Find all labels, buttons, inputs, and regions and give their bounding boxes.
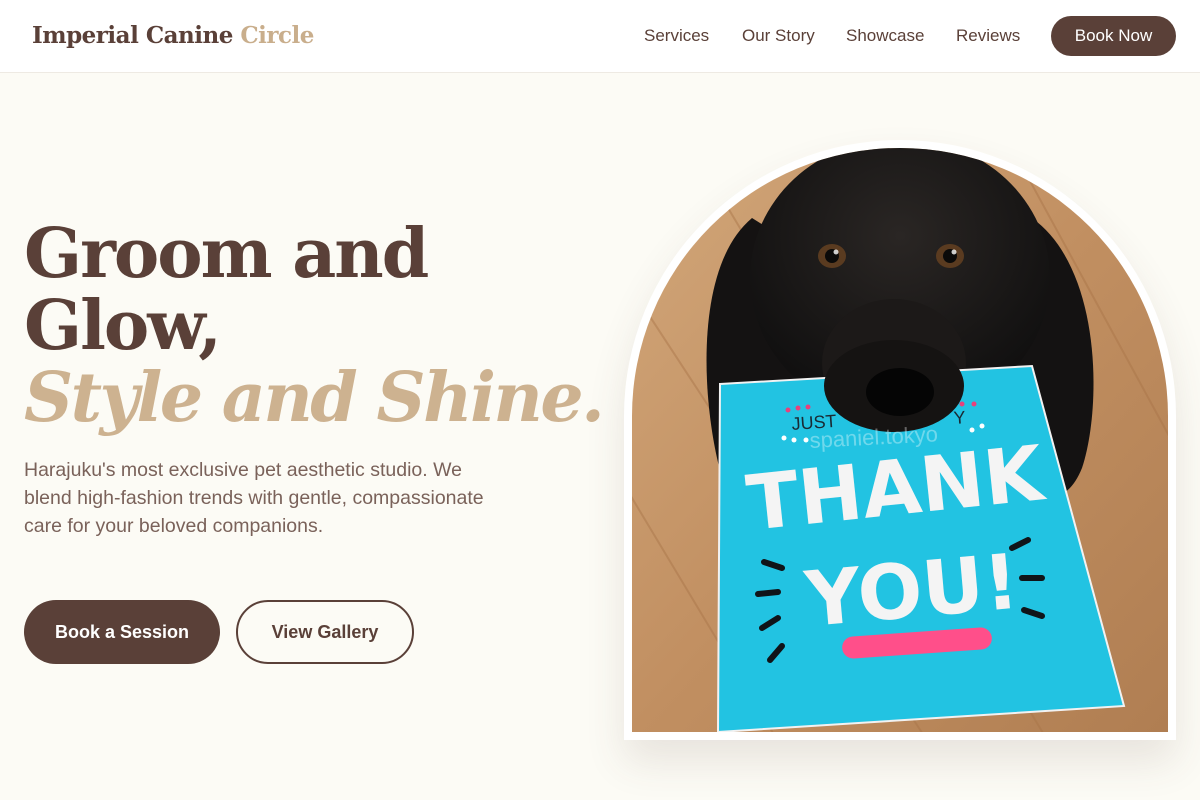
- dog-photo-illustration: JUST Y spaniel.tokyo THANK YOU!: [632, 148, 1168, 732]
- book-session-button[interactable]: Book a Session: [24, 600, 220, 664]
- hero-image-frame: JUST Y spaniel.tokyo THANK YOU!: [624, 140, 1176, 740]
- hero-title-line-1: Groom and: [24, 214, 429, 294]
- book-now-button[interactable]: Book Now: [1051, 16, 1176, 56]
- hero-title-line-2: Glow,: [24, 286, 222, 366]
- brand-accent: Circle: [240, 22, 314, 49]
- nav-showcase[interactable]: Showcase: [846, 26, 924, 46]
- nav-our-story[interactable]: Our Story: [742, 26, 815, 46]
- nav-reviews[interactable]: Reviews: [956, 26, 1020, 46]
- card-text-you: YOU!: [801, 537, 1022, 644]
- site-header: Imperial Canine Circle Services Our Stor…: [0, 0, 1200, 73]
- nav-services[interactable]: Services: [644, 26, 709, 46]
- hero-title: Groom and Glow, Style and Shine.: [24, 214, 605, 438]
- brand-logo[interactable]: Imperial Canine Circle: [32, 22, 314, 49]
- brand-name: Imperial Canine: [32, 22, 233, 49]
- hero-title-line-3: Style and Shine.: [24, 358, 605, 438]
- hero-photo-dog-thank-you-card: JUST Y spaniel.tokyo THANK YOU!: [632, 148, 1168, 732]
- card-text-y: Y: [953, 407, 966, 428]
- view-gallery-button[interactable]: View Gallery: [236, 600, 414, 664]
- hero-description: Harajuku's most exclusive pet aesthetic …: [24, 459, 484, 537]
